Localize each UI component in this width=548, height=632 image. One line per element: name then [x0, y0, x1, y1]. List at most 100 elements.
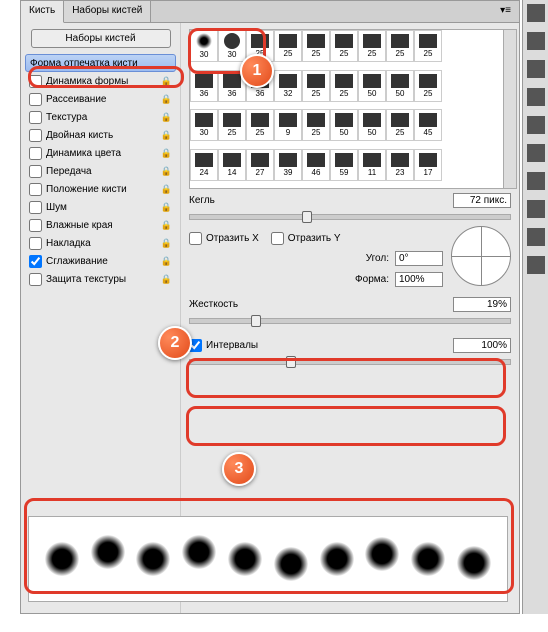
preview-dot	[274, 547, 308, 581]
brush-tip-cell[interactable]: 25	[358, 30, 386, 62]
sidebar-item-texture[interactable]: Текстура🔒	[25, 108, 176, 126]
lock-icon: 🔒	[161, 166, 172, 177]
tab-brush[interactable]: Кисть	[21, 1, 64, 23]
brush-tip-cell[interactable]: 36	[246, 70, 274, 102]
checkbox[interactable]	[29, 255, 42, 268]
brush-tip-cell[interactable]: 46	[302, 149, 330, 181]
flip-y-checkbox[interactable]	[271, 232, 284, 245]
sidebar-item-noise[interactable]: Шум🔒	[25, 198, 176, 216]
checkbox[interactable]	[29, 129, 42, 142]
brush-tip-cell[interactable]: 32	[274, 70, 302, 102]
sidebar-item-brush-pose[interactable]: Положение кисти🔒	[25, 180, 176, 198]
brush-tip-grid[interactable]: 3030252525252525253636363225255050253025…	[189, 29, 511, 189]
brush-tip-cell[interactable]: 25	[386, 30, 414, 62]
tool-icon[interactable]	[527, 32, 545, 50]
brush-tip-cell[interactable]: 50	[330, 109, 358, 141]
brush-tip-cell[interactable]: 50	[358, 109, 386, 141]
flip-x-checkbox[interactable]	[189, 232, 202, 245]
hardness-slider[interactable]	[189, 318, 511, 324]
brush-tip-cell[interactable]: 23	[386, 149, 414, 181]
lock-icon: 🔒	[161, 256, 172, 267]
tool-icon[interactable]	[527, 200, 545, 218]
checkbox[interactable]	[29, 183, 42, 196]
flip-x-label: Отразить X	[206, 233, 259, 244]
brush-tip-cell[interactable]: 25	[302, 109, 330, 141]
sidebar-item-scattering[interactable]: Рассеивание🔒	[25, 90, 176, 108]
sidebar-item-smoothing[interactable]: Сглаживание🔒	[25, 252, 176, 270]
brush-tip-cell[interactable]: 39	[274, 149, 302, 181]
brush-tip-cell[interactable]: 45	[414, 109, 442, 141]
checkbox[interactable]	[29, 165, 42, 178]
brush-tip-cell[interactable]: 25	[302, 30, 330, 62]
brush-tip-cell[interactable]: 36	[218, 70, 246, 102]
checkbox[interactable]	[29, 93, 42, 106]
preview-dot	[411, 542, 445, 576]
brush-tip-cell[interactable]: 50	[358, 70, 386, 102]
brush-tip-cell[interactable]: 25	[330, 30, 358, 62]
brush-tip-cell[interactable]: 50	[386, 70, 414, 102]
tool-icon[interactable]	[527, 4, 545, 22]
brush-tip-cell[interactable]: 25	[330, 70, 358, 102]
brush-tip-cell[interactable]: 36	[190, 70, 218, 102]
checkbox[interactable]	[29, 273, 42, 286]
brush-tip-cell[interactable]: 25	[386, 109, 414, 141]
tool-icon[interactable]	[527, 144, 545, 162]
slider-thumb[interactable]	[286, 356, 296, 368]
brush-tip-cell[interactable]: 25	[414, 70, 442, 102]
angle-input[interactable]: 0°	[395, 251, 443, 266]
slider-thumb[interactable]	[302, 211, 312, 223]
angle-label: Угол:	[366, 253, 389, 264]
sidebar-item-wet-edges[interactable]: Влажные края🔒	[25, 216, 176, 234]
brush-tip-cell[interactable]: 25	[274, 30, 302, 62]
checkbox[interactable]	[29, 237, 42, 250]
brush-tip-cell[interactable]: 25	[414, 30, 442, 62]
brush-tip-cell[interactable]: 59	[330, 149, 358, 181]
sidebar-item-buildup[interactable]: Накладка🔒	[25, 234, 176, 252]
brush-tip-cell[interactable]: 11	[358, 149, 386, 181]
size-slider[interactable]	[189, 214, 511, 220]
sidebar-item-color-dynamics[interactable]: Динамика цвета🔒	[25, 144, 176, 162]
sidebar-item-dual-brush[interactable]: Двойная кисть🔒	[25, 126, 176, 144]
sidebar-item-shape-dynamics[interactable]: Динамика формы🔒	[25, 72, 176, 90]
brush-tip-cell[interactable]: 24	[190, 149, 218, 181]
brush-tip-cell[interactable]: 27	[246, 149, 274, 181]
brush-tip-cell[interactable]: 25	[246, 109, 274, 141]
brush-tip-cell[interactable]: 30	[218, 30, 246, 62]
sidebar-item-label: Передача	[46, 166, 92, 177]
brush-tip-cell[interactable]: 30	[190, 30, 218, 62]
checkbox[interactable]	[29, 147, 42, 160]
tool-icon[interactable]	[527, 116, 545, 134]
grid-scrollbar[interactable]	[503, 29, 517, 189]
sidebar-item-tip-shape[interactable]: Форма отпечатка кисти	[25, 54, 176, 72]
spacing-checkbox[interactable]	[189, 339, 202, 352]
checkbox[interactable]	[29, 219, 42, 232]
brush-tip-cell[interactable]: 30	[190, 109, 218, 141]
size-input[interactable]: 72 пикс.	[453, 193, 511, 208]
hardness-input[interactable]: 19%	[453, 297, 511, 312]
shape-input[interactable]: 100%	[395, 272, 443, 287]
spacing-input[interactable]: 100%	[453, 338, 511, 353]
brush-tip-cell[interactable]: 25	[246, 30, 274, 62]
checkbox[interactable]	[29, 111, 42, 124]
brush-tip-cell[interactable]: 25	[302, 70, 330, 102]
slider-thumb[interactable]	[251, 315, 261, 327]
checkbox[interactable]	[29, 75, 42, 88]
brush-tip-cell[interactable]: 17	[414, 149, 442, 181]
panel-menu-icon[interactable]: ▾≡	[492, 1, 519, 22]
tab-brush-sets[interactable]: Наборы кистей	[64, 1, 151, 22]
tool-icon[interactable]	[527, 256, 545, 274]
brush-tip-cell[interactable]: 14	[218, 149, 246, 181]
tool-icon[interactable]	[527, 172, 545, 190]
spacing-slider[interactable]	[189, 359, 511, 365]
brush-sets-button[interactable]: Наборы кистей	[31, 29, 171, 48]
angle-compass[interactable]	[451, 226, 511, 286]
sidebar-item-protect-texture[interactable]: Защита текстуры🔒	[25, 270, 176, 288]
tool-icon[interactable]	[527, 60, 545, 78]
tool-icon[interactable]	[527, 228, 545, 246]
checkbox[interactable]	[29, 201, 42, 214]
brush-tip-cell[interactable]: 9	[274, 109, 302, 141]
lock-icon: 🔒	[161, 112, 172, 123]
sidebar-item-transfer[interactable]: Передача 🔒	[25, 162, 176, 180]
tool-icon[interactable]	[527, 88, 545, 106]
brush-tip-cell[interactable]: 25	[218, 109, 246, 141]
